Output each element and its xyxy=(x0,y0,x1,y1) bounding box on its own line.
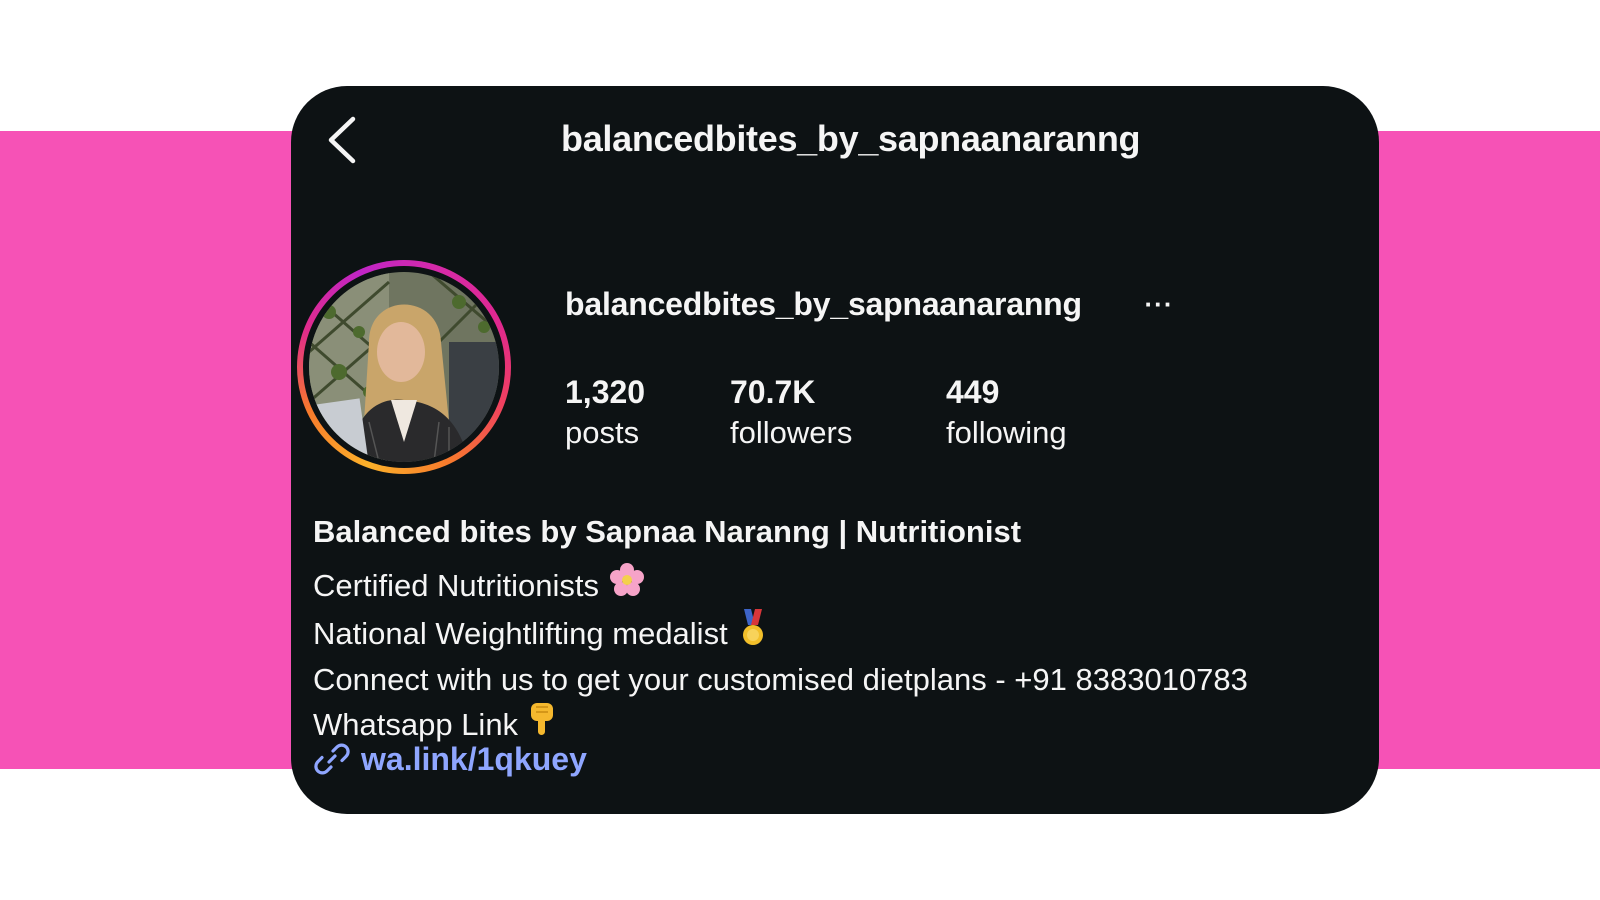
profile-card: balancedbites_by_sapnaanaranng balancedb… xyxy=(291,86,1379,814)
stat-label: following xyxy=(946,415,1067,450)
stat-value: 1,320 xyxy=(565,374,646,410)
back-button[interactable] xyxy=(321,112,363,168)
bio-line-text: Certified Nutritionists xyxy=(313,568,599,603)
bio-line-text: National Weightlifting medalist xyxy=(313,616,728,651)
flower-icon xyxy=(609,562,645,609)
bio-link-text[interactable]: wa.link/1qkuey xyxy=(361,741,587,778)
stat-following[interactable]: 449 following xyxy=(946,372,1067,454)
page-title: balancedbites_by_sapnaanaranng xyxy=(561,118,1141,159)
bio-line: Connect with us to get your customised d… xyxy=(313,658,1248,701)
story-ring[interactable] xyxy=(297,260,511,474)
stat-posts[interactable]: 1,320 posts xyxy=(565,372,645,454)
profile-username: balancedbites_by_sapnaanaranng xyxy=(565,286,1082,322)
stat-label: posts xyxy=(565,415,640,450)
more-options-button[interactable]: ··· xyxy=(1139,286,1179,322)
medal-icon xyxy=(738,609,768,658)
stat-label: followers xyxy=(730,415,853,450)
bio-display-name: Balanced bites by Sapnaa Naranng | Nutri… xyxy=(313,514,1022,549)
bio-line-text: Connect with us to get your customised d… xyxy=(313,662,1248,697)
stat-followers[interactable]: 70.7K followers xyxy=(730,372,852,454)
chevron-left-icon xyxy=(328,116,356,164)
stat-value: 70.7K xyxy=(730,374,816,410)
link-icon xyxy=(314,743,350,775)
bio-line: National Weightlifting medalist xyxy=(313,609,1248,658)
bio-text: Certified Nutritionists National Weightl… xyxy=(313,562,1248,748)
bio-line: Certified Nutritionists xyxy=(313,562,1248,609)
bio-link[interactable]: wa.link/1qkuey xyxy=(313,740,587,778)
stat-value: 449 xyxy=(946,374,1000,410)
avatar[interactable] xyxy=(309,272,499,462)
